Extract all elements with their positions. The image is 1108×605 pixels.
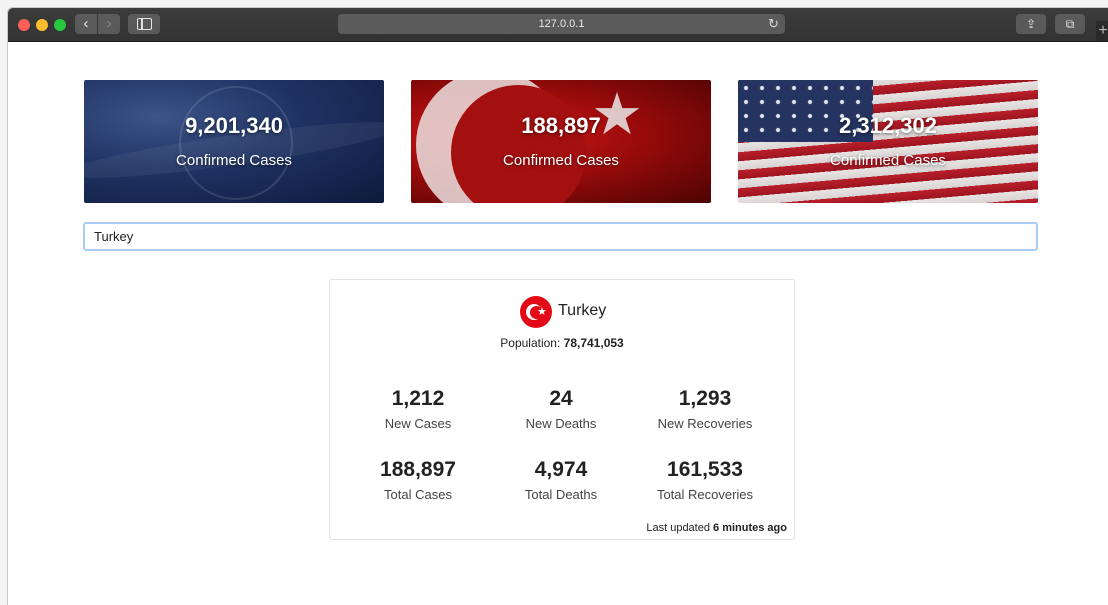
stat-label: Total Cases	[384, 487, 452, 502]
back-button[interactable]: ‹	[75, 14, 97, 34]
stat-new-deaths: 24 New Deaths	[486, 386, 636, 431]
country-search-input[interactable]	[83, 222, 1038, 251]
reload-icon[interactable]: ↻	[768, 14, 782, 34]
browser-window: ‹ › 127.0.0.1 ↻ ⇪ ⧉ + 9,201,340 Confirme…	[8, 8, 1108, 605]
stat-value: 161,533	[667, 458, 743, 481]
usa-confirmed-count: 2,312,302	[839, 113, 937, 138]
browser-toolbar: ‹ › 127.0.0.1 ↻ ⇪ ⧉	[8, 8, 1108, 42]
navigation-buttons: ‹ ›	[75, 14, 121, 34]
stat-value: 1,212	[391, 387, 445, 410]
stat-label: Total Recoveries	[656, 487, 754, 502]
new-tab-button[interactable]: +	[1096, 21, 1108, 41]
minimize-window-button[interactable]	[36, 19, 48, 31]
country-name: Turkey	[558, 302, 607, 319]
sidebar-icon	[137, 18, 152, 30]
population-label: Population:	[500, 336, 564, 350]
stat-value: 4,974	[534, 458, 588, 481]
sidebar-toggle-button[interactable]	[128, 14, 160, 34]
stat-total-deaths: 4,974 Total Deaths	[486, 457, 636, 502]
last-updated: Last updated 6 minutes ago	[646, 522, 787, 534]
show-tabs-button[interactable]: ⧉	[1055, 14, 1085, 34]
country-stats-panel: ★ Turkey Population: 78,741,053 1,212 Ne…	[329, 279, 795, 540]
world-confirmed-count: 9,201,340	[185, 113, 283, 138]
world-cases-card[interactable]: 9,201,340 Confirmed Cases	[84, 80, 384, 203]
stat-label: New Cases	[384, 416, 452, 431]
turkey-flag-icon: ★	[520, 296, 552, 328]
stat-value: 24	[549, 387, 573, 410]
turkey-confirmed-label: Confirmed Cases	[503, 152, 619, 169]
stat-label: New Recoveries	[657, 416, 753, 431]
turkey-cases-card[interactable]: ★ 188,897 Confirmed Cases	[411, 80, 711, 203]
close-window-button[interactable]	[18, 19, 30, 31]
usa-confirmed-label: Confirmed Cases	[830, 152, 946, 169]
zoom-window-button[interactable]	[54, 19, 66, 31]
stat-label: Total Deaths	[524, 487, 598, 502]
stat-value: 1,293	[678, 387, 732, 410]
address-bar[interactable]: 127.0.0.1	[338, 14, 785, 34]
stat-value: 188,897	[380, 458, 456, 481]
stat-label: New Deaths	[525, 416, 597, 431]
stat-new-recoveries: 1,293 New Recoveries	[630, 386, 780, 431]
world-confirmed-label: Confirmed Cases	[176, 152, 292, 169]
usa-cases-card[interactable]: 2,312,302 Confirmed Cases	[738, 80, 1038, 203]
share-button[interactable]: ⇪	[1016, 14, 1046, 34]
stat-new-cases: 1,212 New Cases	[343, 386, 493, 431]
stat-total-recoveries: 161,533 Total Recoveries	[630, 457, 780, 502]
population: Population: 78,741,053	[330, 336, 794, 350]
forward-button[interactable]: ›	[98, 14, 120, 34]
last-updated-label: Last updated	[646, 522, 714, 534]
population-value: 78,741,053	[563, 336, 624, 350]
un-emblem-icon	[179, 86, 293, 200]
last-updated-value: 6 minutes ago	[713, 522, 787, 534]
stat-total-cases: 188,897 Total Cases	[343, 457, 493, 502]
turkey-confirmed-count: 188,897	[521, 113, 601, 138]
